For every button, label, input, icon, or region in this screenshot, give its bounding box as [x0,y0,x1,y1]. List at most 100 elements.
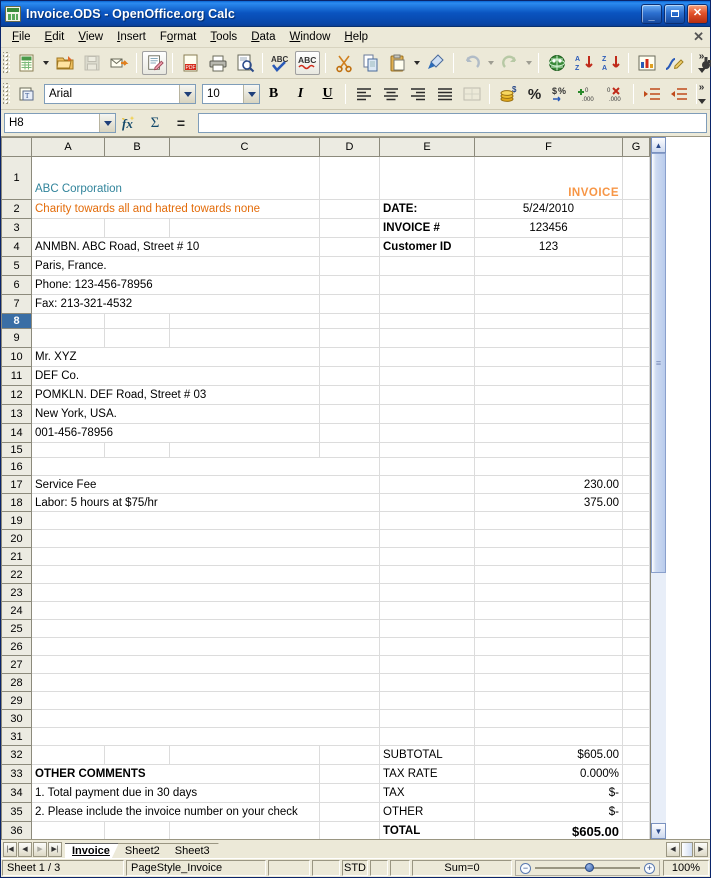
edit-file-icon[interactable] [142,51,167,75]
menu-format[interactable]: Format [153,29,203,45]
cell-d12[interactable] [319,385,380,405]
row-header-9[interactable]: 9 [1,328,32,348]
cell-g7[interactable] [622,294,650,314]
cell-g4[interactable] [622,237,650,257]
cell-a30[interactable] [31,709,380,728]
redo-icon[interactable] [497,51,522,75]
equals-icon[interactable]: = [169,112,193,134]
cell-f24[interactable] [474,601,623,620]
row-header-10[interactable]: 10 [1,347,32,367]
cell-f35-other-value[interactable]: $- [474,802,623,822]
cell-f20[interactable] [474,529,623,548]
sort-descending-icon[interactable]: Z A [598,51,623,75]
cell-a34-comment-1[interactable]: 1. Total payment due in 30 days [31,783,320,803]
cell-a16-description-header[interactable]: DESCRIPTION [31,457,380,476]
decrease-indent-icon[interactable] [639,82,664,106]
minimize-button[interactable]: _ [641,3,662,24]
cell-g5[interactable] [622,256,650,276]
undo-dropdown-icon[interactable] [485,51,496,75]
cell-d10[interactable] [319,347,380,367]
clone-formatting-brush-icon[interactable] [423,51,448,75]
menu-file[interactable]: FFileile [5,29,38,45]
cell-a29[interactable] [31,691,380,710]
cell-a1-company-name[interactable]: ABC Corporation [31,156,320,200]
maximize-button[interactable] [664,3,685,24]
redo-dropdown-icon[interactable] [523,51,534,75]
font-size-combo[interactable]: 10 [202,84,260,104]
next-sheet-icon[interactable]: ▶ [33,841,47,857]
cell-a10-bill-to-1[interactable]: Mr. XYZ [31,347,320,367]
cell-a3[interactable] [31,218,105,238]
cell-d15[interactable] [319,442,380,458]
cell-g23[interactable] [622,583,650,602]
row-header-16[interactable]: 16 [1,457,32,476]
toolbar-grip[interactable] [3,52,10,74]
zoom-in-icon[interactable]: + [644,862,655,874]
cell-g27[interactable] [622,655,650,674]
print-preview-icon[interactable] [232,51,257,75]
row-header-3[interactable]: 3 [1,218,32,238]
cell-e32-subtotal-label[interactable]: SUBTOTAL [379,745,475,765]
column-header-a[interactable]: A [31,137,105,157]
cell-g8[interactable] [622,313,650,329]
row-header-12[interactable]: 12 [1,385,32,405]
cell-d13[interactable] [319,404,380,424]
cell-a8[interactable] [31,313,105,329]
paste-icon[interactable] [385,51,410,75]
row-header-34[interactable]: 34 [1,783,32,803]
spellcheck-icon[interactable]: ABC [268,51,293,75]
row-header-14[interactable]: 14 [1,423,32,443]
formatting-toolbar-overflow[interactable]: » [695,80,708,108]
row-header-35[interactable]: 35 [1,802,32,822]
cell-e14[interactable] [379,423,475,443]
cell-e30[interactable] [379,709,475,728]
sum-sigma-icon[interactable]: Σ [143,112,167,134]
cell-a5-address-2[interactable]: Paris, France. [31,256,320,276]
cell-e21[interactable] [379,547,475,566]
menu-help[interactable]: Help [337,29,375,45]
cell-e9[interactable] [379,328,475,348]
font-name-dropdown-icon[interactable] [179,85,195,103]
menu-insert[interactable]: Insert [110,29,153,45]
cell-a25[interactable] [31,619,380,638]
cell-a6-address-3[interactable]: Phone: 123-456-78956 [31,275,320,295]
row-header-29[interactable]: 29 [1,691,32,710]
cell-g16[interactable] [622,457,650,476]
select-all-corner[interactable] [1,137,32,157]
row-header-32[interactable]: 32 [1,745,32,765]
row-header-33[interactable]: 33 [1,764,32,784]
cell-g17[interactable] [622,475,650,494]
cell-a24[interactable] [31,601,380,620]
first-sheet-icon[interactable]: |◀ [3,841,17,857]
cell-a4-address-1[interactable]: ANMBN. ABC Road, Street # 10 [31,237,320,257]
cell-f12[interactable] [474,385,623,405]
cell-g11[interactable] [622,366,650,386]
cell-a15[interactable] [31,442,105,458]
cell-a28[interactable] [31,673,380,692]
cell-f7[interactable] [474,294,623,314]
new-document-icon[interactable] [14,51,39,75]
number-format-icon[interactable]: $ % [549,82,574,106]
currency-format-icon[interactable]: $ [495,82,520,106]
cell-a21[interactable] [31,547,380,566]
align-center-icon[interactable] [378,82,403,106]
bold-button[interactable]: B [261,82,286,106]
cell-g26[interactable] [622,637,650,656]
undo-icon[interactable] [459,51,484,75]
cell-e7[interactable] [379,294,475,314]
print-icon[interactable] [205,51,230,75]
cell-g29[interactable] [622,691,650,710]
column-header-b[interactable]: B [104,137,170,157]
cell-c9[interactable] [169,328,320,348]
cell-a13-bill-to-4[interactable]: New York, USA. [31,404,320,424]
cell-e28[interactable] [379,673,475,692]
row-header-30[interactable]: 30 [1,709,32,728]
cell-c3[interactable] [169,218,320,238]
cell-g6[interactable] [622,275,650,295]
email-document-icon[interactable] [106,51,131,75]
row-header-2[interactable]: 2 [1,199,32,219]
status-selection-mode[interactable]: STD [342,860,368,876]
underline-button[interactable]: U [315,82,340,106]
cell-f32-subtotal-value[interactable]: $605.00 [474,745,623,765]
cell-e33-tax-rate-label[interactable]: TAX RATE [379,764,475,784]
